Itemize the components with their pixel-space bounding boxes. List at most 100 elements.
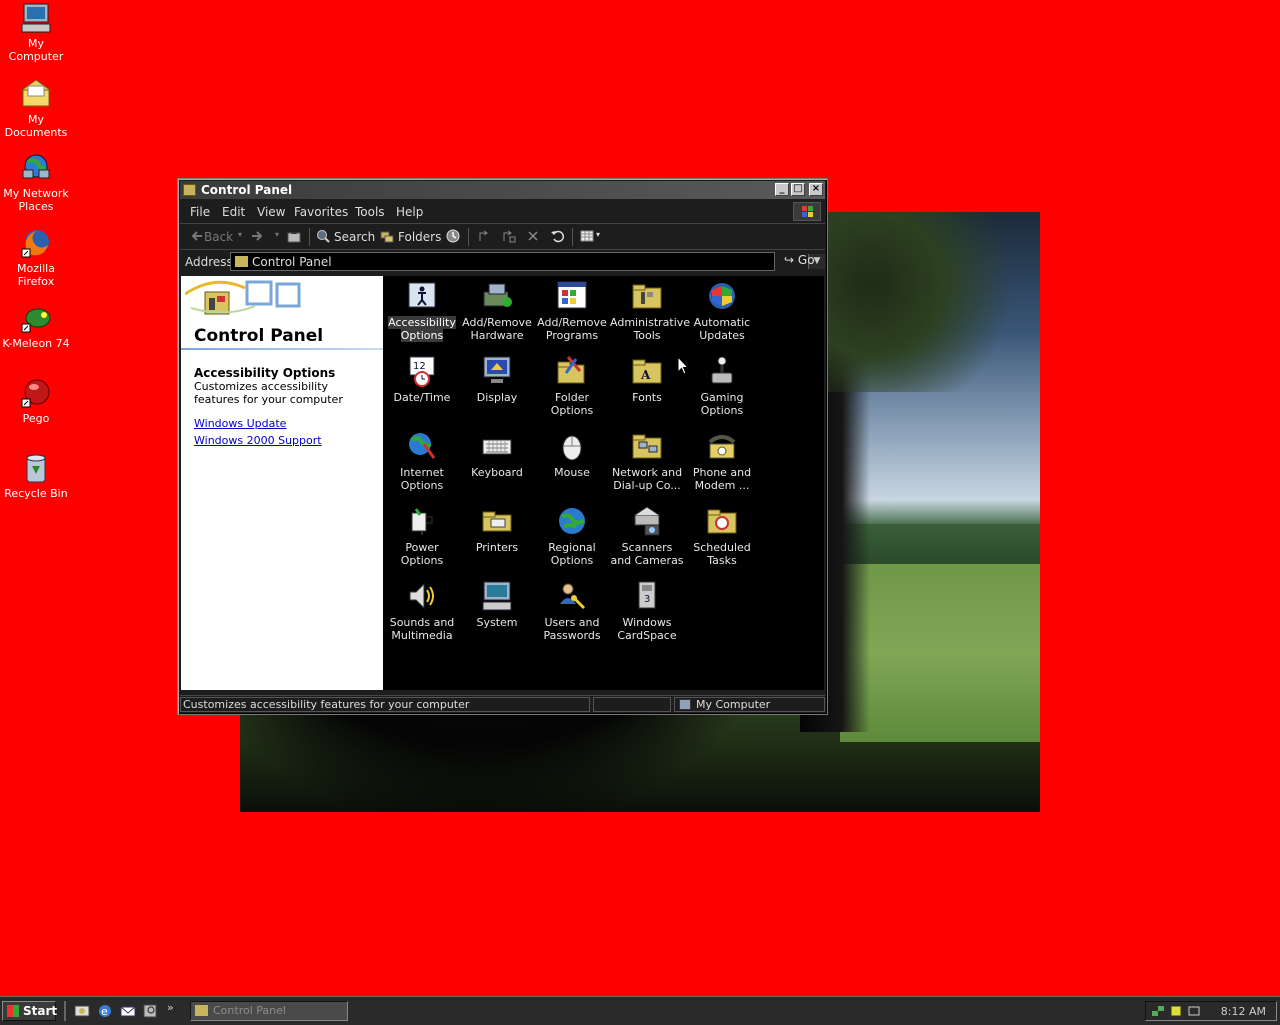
menu-help[interactable]: Help: [396, 205, 423, 219]
control-panel-item[interactable]: Internet Options: [385, 430, 459, 492]
control-panel-item[interactable]: Users and Passwords: [535, 580, 609, 642]
views-dropdown[interactable]: ▾: [596, 230, 600, 239]
search-button[interactable]: Search: [334, 230, 375, 244]
copy-to-icon[interactable]: [502, 229, 516, 243]
kmeleon-icon: [20, 302, 52, 334]
outlook-express-icon[interactable]: [120, 1003, 136, 1019]
control-panel-item[interactable]: Add/Remove Programs: [535, 280, 609, 342]
start-label: Start: [23, 1004, 58, 1018]
menu-file[interactable]: File: [190, 205, 210, 219]
address-input[interactable]: Control Panel ▼: [230, 252, 825, 271]
folder-options-icon: [556, 355, 588, 387]
control-panel-item[interactable]: Power Options: [385, 505, 459, 567]
control-panel-item[interactable]: Administrative Tools: [610, 280, 690, 342]
control-panel-item[interactable]: Folder Options: [535, 355, 609, 417]
maximize-button[interactable]: □: [791, 183, 805, 196]
menu-tools[interactable]: Tools: [355, 205, 385, 219]
control-panel-item[interactable]: Scheduled Tasks: [685, 505, 759, 567]
my-computer-icon: [20, 2, 52, 34]
control-panel-item-label: Accessibility Options: [388, 316, 456, 342]
control-panel-item[interactable]: A Fonts: [610, 355, 684, 404]
taskbar-button-control-panel[interactable]: Control Panel: [190, 1001, 348, 1021]
go-button[interactable]: ↪ Go: [784, 253, 815, 267]
desktop-icon-network-places[interactable]: My Network Places: [0, 152, 72, 213]
control-panel-folder-icon: [235, 256, 248, 267]
views-icon[interactable]: [580, 229, 594, 243]
desktop-icon-kmeleon[interactable]: K-Meleon 74: [0, 302, 72, 350]
desktop-icon-firefox[interactable]: Mozilla Firefox: [0, 227, 72, 288]
internet-explorer-icon[interactable]: e: [97, 1003, 113, 1019]
tray-monitor-icon[interactable]: [1188, 1005, 1200, 1017]
control-panel-item[interactable]: Gaming Options: [685, 355, 759, 417]
control-panel-item-label: Power Options: [400, 541, 444, 567]
folders-button[interactable]: Folders: [398, 230, 441, 244]
control-panel-item-label: Mouse: [554, 466, 590, 479]
control-panel-item[interactable]: Phone and Modem ...: [685, 430, 759, 492]
control-panel-item[interactable]: 12 Date/Time: [385, 355, 459, 404]
desktop-icon-my-documents[interactable]: My Documents: [0, 78, 72, 139]
title-underline: [181, 348, 383, 350]
go-arrow-icon: ↪: [784, 253, 795, 267]
minimize-button[interactable]: _: [775, 183, 789, 196]
close-button[interactable]: ×: [809, 183, 823, 196]
quick-launch-chevron[interactable]: »: [167, 1001, 174, 1014]
status-text: Customizes accessibility features for yo…: [180, 697, 590, 712]
gaming-icon: [706, 355, 738, 387]
control-panel-banner-icon: [184, 278, 303, 330]
desktop-icon-label: Mozilla Firefox: [17, 262, 55, 288]
control-panel-item[interactable]: Network and Dial-up Co...: [610, 430, 684, 492]
control-panel-item-label: Users and Passwords: [543, 616, 601, 642]
control-panel-item[interactable]: Printers: [460, 505, 534, 554]
desktop-icon-pego[interactable]: Pego: [0, 377, 72, 425]
show-desktop-icon[interactable]: [74, 1003, 90, 1019]
menu-favorites[interactable]: Favorites: [294, 205, 348, 219]
control-panel-item[interactable]: Scanners and Cameras: [610, 505, 684, 567]
system-icon: [481, 580, 513, 612]
control-panel-item[interactable]: Accessibility Options: [385, 280, 459, 342]
control-panel-item[interactable]: Display: [460, 355, 534, 404]
control-panel-task-icon: [195, 1005, 208, 1016]
title-bar[interactable]: Control Panel _ □ ×: [180, 181, 825, 199]
tray-app-icon[interactable]: [1170, 1005, 1182, 1017]
hardware-icon: [481, 280, 513, 312]
forward-arrow-icon[interactable]: [250, 229, 264, 243]
printers-icon: [481, 505, 513, 537]
control-panel-item[interactable]: Mouse: [535, 430, 609, 479]
desktop-icon-recycle-bin[interactable]: Recycle Bin: [0, 452, 72, 500]
control-panel-item-label: Display: [476, 391, 518, 404]
start-button[interactable]: Start: [2, 1001, 58, 1021]
search-quicklaunch-icon[interactable]: [143, 1003, 159, 1019]
control-panel-item-label: Phone and Modem ...: [692, 466, 752, 492]
back-dropdown[interactable]: ▾: [238, 230, 242, 239]
control-panel-item[interactable]: Regional Options: [535, 505, 609, 567]
windows-update-link[interactable]: Windows Update: [194, 417, 286, 430]
firefox-icon: [20, 227, 52, 259]
web-view-pane: Control Panel Accessibility Options Cust…: [181, 276, 383, 690]
control-panel-item[interactable]: Keyboard: [460, 430, 534, 479]
control-panel-item-label: Gaming Options: [700, 391, 744, 417]
control-panel-item[interactable]: Sounds and Multimedia: [385, 580, 459, 642]
network-tray-icon[interactable]: [1152, 1005, 1164, 1017]
delete-icon[interactable]: [526, 229, 540, 243]
undo-icon[interactable]: [550, 229, 565, 243]
menu-view[interactable]: View: [257, 205, 285, 219]
toolbar-separator: [572, 228, 573, 246]
toolbar-separator: [468, 228, 469, 246]
windows-2000-support-link[interactable]: Windows 2000 Support: [194, 434, 322, 447]
control-panel-item[interactable]: 3 Windows CardSpace: [610, 580, 684, 642]
up-folder-icon[interactable]: [287, 229, 301, 243]
move-to-icon[interactable]: [478, 229, 492, 243]
recycle-bin-icon: [20, 452, 52, 484]
forward-dropdown[interactable]: ▾: [275, 230, 279, 239]
history-icon[interactable]: [446, 229, 460, 243]
menu-edit[interactable]: Edit: [222, 205, 245, 219]
desktop-icon-my-computer[interactable]: My Computer: [0, 2, 72, 63]
go-label: Go: [797, 253, 815, 267]
control-panel-item[interactable]: Add/Remove Hardware: [460, 280, 534, 342]
control-panel-item-label: Printers: [475, 541, 519, 554]
wallpaper-treeline: [840, 524, 1040, 564]
control-panel-item[interactable]: Automatic Updates: [685, 280, 759, 342]
control-panel-item[interactable]: System: [460, 580, 534, 629]
back-button[interactable]: Back: [204, 230, 233, 244]
selected-item-description: Customizes accessibility features for yo…: [194, 380, 343, 406]
